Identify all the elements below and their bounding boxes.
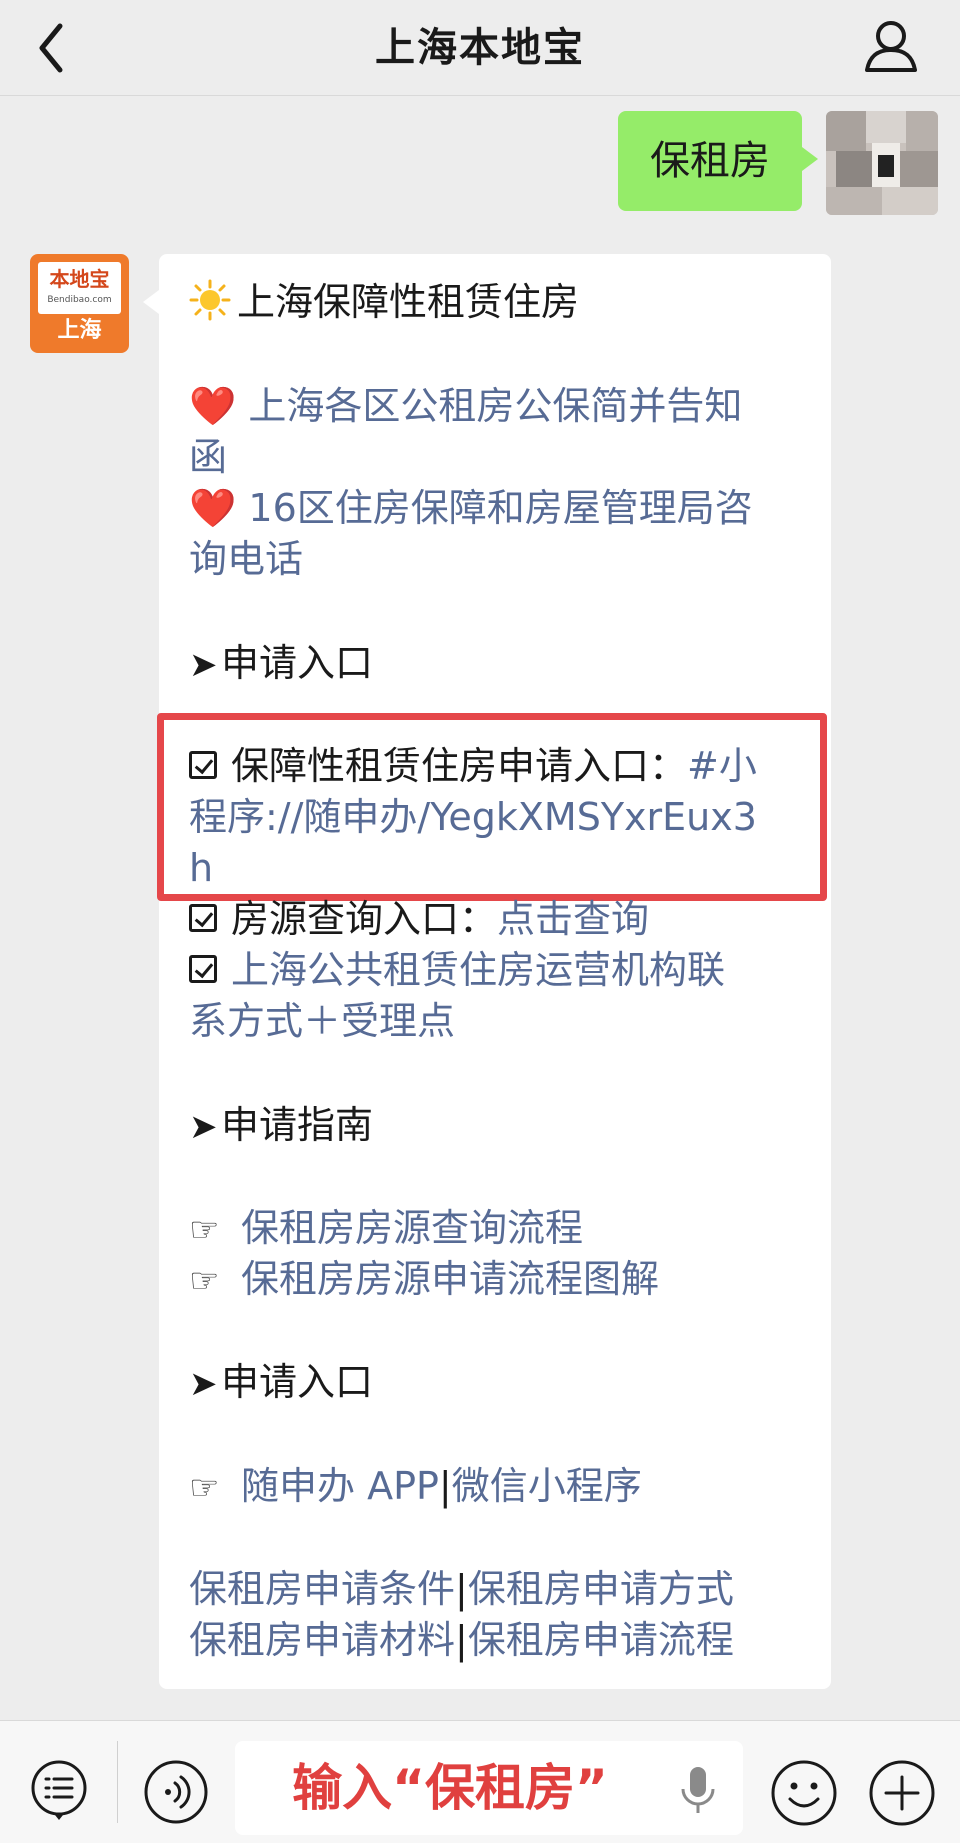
chat-title: 上海本地宝	[375, 25, 585, 71]
menu-list-icon[interactable]	[28, 1759, 90, 1821]
bendibao-logo: 本地宝 Bendibao.com	[38, 262, 121, 314]
message-input[interactable]: 输入“保租房”	[235, 1741, 743, 1835]
section-heading: ➤申请入口	[189, 1356, 373, 1410]
wechat-miniprogram-link[interactable]: 微信小程序	[452, 1464, 642, 1508]
user-avatar[interactable]	[826, 111, 938, 215]
entry-housing-query: 房源查询入口：点击查询	[189, 893, 649, 945]
section-heading: ➤申请指南	[189, 1099, 373, 1153]
profile-icon[interactable]	[862, 16, 920, 76]
highlight-box	[157, 713, 827, 901]
apply-materials-link[interactable]: 保租房申请材料	[189, 1618, 455, 1662]
arrow-icon: ➤	[189, 1107, 218, 1147]
notice-link-2[interactable]: ❤️ 16区住房保障和房屋管理局咨	[189, 482, 753, 534]
plus-icon[interactable]	[868, 1759, 936, 1827]
divider	[117, 1741, 118, 1823]
checkbox-icon	[189, 904, 217, 932]
chat-input-bar: 输入“保租房”	[0, 1720, 960, 1843]
message-title: 上海保障性租赁住房	[189, 276, 579, 328]
entry-operator-contact[interactable]: 上海公共租赁住房运营机构联	[189, 944, 725, 996]
bot-avatar[interactable]: 本地宝 Bendibao.com 上海	[30, 254, 129, 353]
section-heading: ➤申请入口	[189, 637, 373, 691]
arrow-icon: ➤	[189, 1364, 218, 1404]
emoji-icon[interactable]	[770, 1759, 838, 1827]
input-hint: 输入“保租房”	[292, 1759, 608, 1817]
apply-conditions-link[interactable]: 保租房申请条件	[189, 1567, 455, 1611]
notice-link-1[interactable]: ❤️ 上海各区公租房公保简并告知	[189, 380, 742, 432]
notice-link-2-cont[interactable]: 询电话	[189, 533, 303, 585]
arrow-icon: ➤	[189, 645, 218, 685]
heart-icon: ❤️	[189, 384, 249, 428]
user-message-bubble[interactable]: 保租房	[618, 111, 818, 211]
apply-entry-links: ☞ 随申办 APP|微信小程序	[189, 1460, 642, 1514]
navigation-bar: 上海本地宝	[0, 0, 960, 96]
footer-links-row-1: 保租房申请条件|保租房申请方式	[189, 1567, 734, 1611]
apply-process-link[interactable]: 保租房申请流程	[468, 1618, 734, 1662]
pointing-hand-icon: ☞	[189, 1261, 220, 1301]
checkbox-icon	[189, 955, 217, 983]
guide-link-1[interactable]: ☞ 保租房房源查询流程	[189, 1202, 583, 1256]
sun-icon	[189, 279, 231, 321]
microphone-icon[interactable]	[673, 1763, 723, 1817]
click-query-link[interactable]: 点击查询	[497, 897, 649, 941]
apply-method-link[interactable]: 保租房申请方式	[468, 1567, 734, 1611]
guide-link-2[interactable]: ☞ 保租房房源申请流程图解	[189, 1253, 659, 1307]
pointing-hand-icon: ☞	[189, 1468, 220, 1508]
voice-icon[interactable]	[143, 1759, 209, 1825]
pointing-hand-icon: ☞	[189, 1210, 220, 1250]
notice-link-1-cont[interactable]: 函	[189, 431, 227, 483]
footer-links-row-2: 保租房申请材料|保租房申请流程	[189, 1618, 734, 1662]
suishenban-app-link[interactable]: 随申办 APP	[241, 1464, 439, 1508]
heart-icon: ❤️	[189, 486, 249, 530]
entry-operator-contact-cont[interactable]: 系方式＋受理点	[189, 995, 455, 1047]
